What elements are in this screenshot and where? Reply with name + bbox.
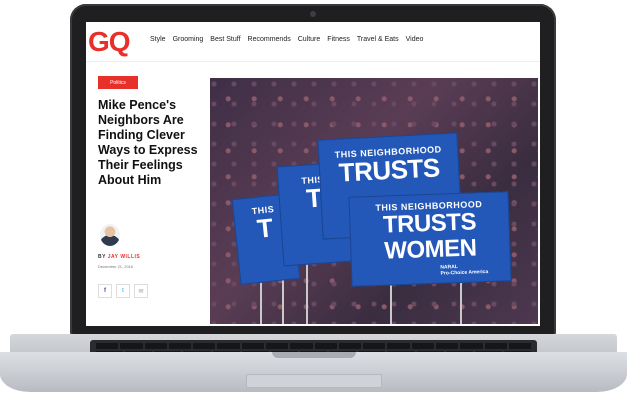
yard-sign-front: THIS NEIGHBORHOOD TRUSTS WOMEN NARAL Pro… bbox=[348, 191, 512, 287]
twitter-icon: t bbox=[122, 288, 124, 294]
main-nav: Style Grooming Best Stuff Recommends Cul… bbox=[150, 36, 423, 43]
article-headline: Mike Pence's Neighbors Are Finding Cleve… bbox=[98, 98, 198, 187]
facebook-share-button[interactable]: f bbox=[98, 284, 112, 298]
nav-item-grooming[interactable]: Grooming bbox=[173, 36, 204, 43]
laptop-notch bbox=[272, 352, 356, 358]
laptop-lid: GQ Style Grooming Best Stuff Recommends … bbox=[70, 4, 556, 336]
email-icon: ✉ bbox=[138, 288, 144, 295]
nav-item-style[interactable]: Style bbox=[150, 36, 166, 43]
naral-logo: NARAL Pro-Choice America bbox=[440, 264, 489, 277]
camera-icon bbox=[310, 11, 316, 17]
byline-prefix: BY bbox=[98, 254, 106, 260]
author-avatar[interactable] bbox=[100, 224, 120, 246]
nav-item-culture[interactable]: Culture bbox=[298, 36, 321, 43]
laptop-screen: GQ Style Grooming Best Stuff Recommends … bbox=[86, 22, 540, 326]
twitter-share-button[interactable]: t bbox=[116, 284, 130, 298]
nav-item-travel-eats[interactable]: Travel & Eats bbox=[357, 36, 399, 43]
share-bar: f t ✉ bbox=[98, 284, 148, 298]
nav-item-fitness[interactable]: Fitness bbox=[327, 36, 350, 43]
trackpad bbox=[246, 374, 382, 388]
nav-item-video[interactable]: Video bbox=[406, 36, 424, 43]
hero-image: THIS T THIS T THIS NEIGHBORHOOD TRUSTS T… bbox=[210, 78, 538, 324]
sign-stake bbox=[460, 278, 462, 324]
email-share-button[interactable]: ✉ bbox=[134, 284, 148, 298]
publish-date: December 21, 2016 bbox=[98, 264, 134, 269]
category-badge[interactable]: Politics bbox=[98, 76, 138, 89]
gq-logo[interactable]: GQ bbox=[88, 28, 131, 56]
nav-item-recommends[interactable]: Recommends bbox=[248, 36, 291, 43]
site-header: GQ Style Grooming Best Stuff Recommends … bbox=[86, 22, 540, 62]
author-link[interactable]: JAY WILLIS bbox=[108, 254, 141, 260]
key-row bbox=[96, 343, 532, 349]
nav-item-best-stuff[interactable]: Best Stuff bbox=[210, 36, 240, 43]
facebook-icon: f bbox=[104, 288, 106, 294]
byline: BY JAY WILLIS bbox=[98, 254, 140, 260]
